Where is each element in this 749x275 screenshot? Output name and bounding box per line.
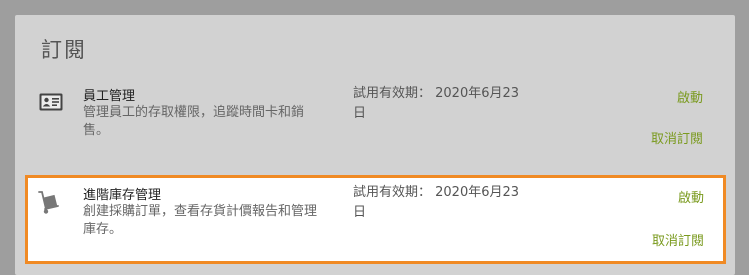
unsubscribe-button[interactable]: 取消訂閱	[651, 128, 703, 147]
subscription-name: 進階庫存管理	[83, 188, 162, 203]
subscription-row-inventory: 進階庫存管理 創建採購訂單，查看存貨計價報告和管理庫存。 試用有效期： 2020…	[25, 175, 726, 264]
launch-button[interactable]: 啟動	[677, 87, 703, 106]
unsubscribe-button[interactable]: 取消訂閱	[652, 230, 704, 249]
subscription-row-employee: 員工管理 管理員工的存取權限，追蹤時間卡和銷售。 試用有效期： 2020年6月2…	[15, 81, 735, 171]
launch-button[interactable]: 啟動	[678, 187, 704, 206]
subscription-description: 管理員工的存取權限，追蹤時間卡和銷售。	[83, 105, 305, 138]
trial-expiry: 試用有效期： 2020年6月23日	[353, 86, 520, 121]
id-card-icon	[39, 93, 63, 115]
trial-expiry: 試用有效期： 2020年6月23日	[353, 185, 520, 220]
subscription-description: 創建採購訂單，查看存貨計價報告和管理庫存。	[83, 204, 318, 237]
section-title: 訂閱	[41, 38, 87, 62]
subscriptions-panel: 訂閱 員工管理 管理員工的存取權限，追蹤時間卡和銷售。 試用有效期： 2020年…	[15, 15, 735, 275]
hand-truck-icon	[38, 191, 60, 219]
subscription-name: 員工管理	[83, 89, 136, 104]
